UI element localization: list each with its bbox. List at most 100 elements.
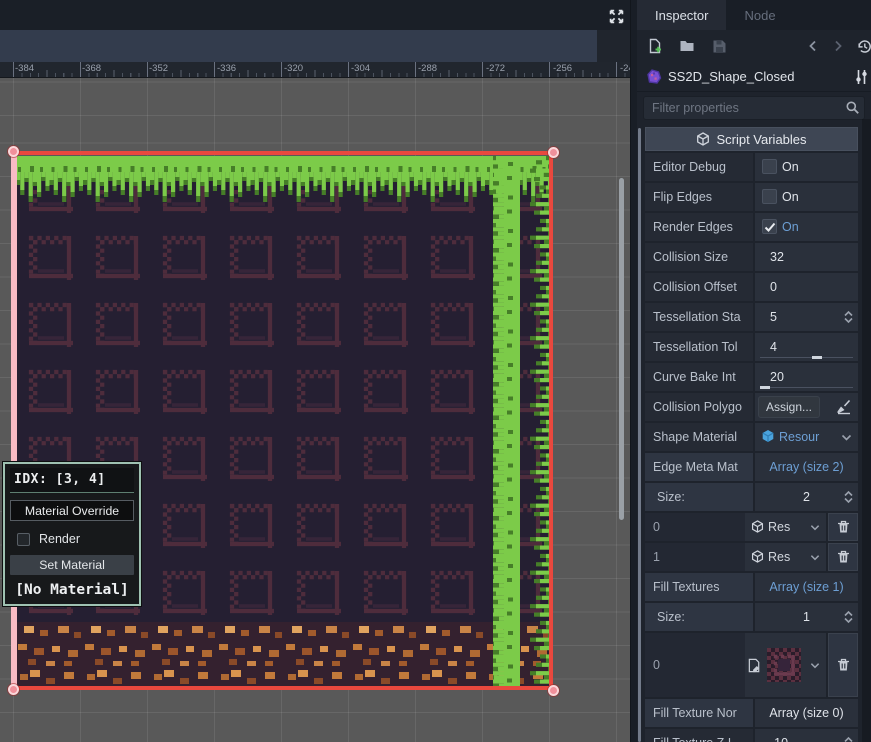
resource-cube-icon (761, 429, 775, 443)
shape-edge-left-selected[interactable] (11, 151, 17, 690)
edge-meta-size-field[interactable]: 2 (755, 483, 858, 511)
edge-meta-array-button[interactable]: Array (size 2) (755, 453, 858, 481)
filter-properties-input[interactable] (643, 96, 865, 120)
edge-meta-item-1: 1 Res (645, 543, 858, 571)
checkbox-text: On (782, 160, 799, 174)
prop-label: Fill Texture Nor (645, 699, 753, 727)
shape-edge-bottom[interactable] (13, 686, 553, 690)
collision-offset-field[interactable]: 0 (755, 273, 858, 301)
ruler-label: -336 (217, 63, 236, 74)
editor-debug-checkbox[interactable] (762, 159, 777, 174)
fill-texture-z-index-field[interactable]: -10 (755, 729, 858, 742)
edited-object-row: SS2D_Shape_Closed (637, 62, 871, 92)
viewport-2d[interactable]: -384 -368 -352 -336 -320 -304 -288 -272 … (0, 0, 630, 742)
tessellation-tolerance-field[interactable]: 4 (755, 333, 858, 361)
render-row: Render (10, 532, 134, 546)
save-resource-icon[interactable] (710, 37, 728, 55)
prop-label: Editor Debug (645, 153, 753, 181)
field-value: 5 (755, 310, 777, 324)
history-back-icon[interactable] (804, 37, 822, 55)
shape-node-icon (645, 68, 662, 85)
tab-node[interactable]: Node (726, 0, 793, 30)
inspector-dock: Inspector Node (637, 0, 871, 742)
field-value: 0 (755, 280, 777, 294)
spinner-updown-icon[interactable] (843, 483, 854, 511)
shape-handle-bottom-left[interactable] (8, 684, 19, 695)
slider-track (760, 387, 853, 388)
prop-editor-debug: Editor Debug On (645, 153, 858, 181)
ruler-label: -272 (486, 63, 505, 74)
material-override-button[interactable]: Material Override (10, 500, 134, 521)
resource-picker[interactable]: Res (745, 543, 826, 571)
slider-grabber[interactable] (760, 386, 770, 389)
viewport-vertical-scrollbar[interactable] (619, 178, 624, 520)
curve-bake-interval-field[interactable]: 20 (755, 363, 858, 391)
prop-label: Collision Polygo (645, 393, 753, 421)
chevron-down-icon[interactable] (810, 633, 820, 697)
assign-button[interactable]: Assign... (758, 396, 820, 418)
fill-normals-array-button[interactable]: Array (size 0) (755, 699, 858, 727)
array-size-label: Array (size 0) (769, 706, 843, 720)
inspector-scrollbar[interactable] (638, 128, 641, 742)
delete-item-button[interactable] (828, 633, 858, 697)
object-history-icon[interactable] (855, 37, 871, 55)
godot-editor-window: -384 -368 -352 -336 -320 -304 -288 -272 … (0, 0, 871, 742)
slider-grabber[interactable] (812, 356, 822, 359)
load-resource-folder-icon[interactable] (678, 37, 696, 55)
trash-icon (837, 520, 850, 534)
shape-handle-top-right[interactable] (548, 147, 559, 158)
object-options-icon[interactable] (854, 69, 869, 85)
delete-item-button[interactable] (828, 543, 858, 571)
array-index-label: 1 (645, 543, 745, 571)
spinner-updown-icon[interactable] (843, 603, 854, 631)
field-value: 32 (755, 250, 784, 264)
fill-textures-size-field[interactable]: 1 (755, 603, 858, 631)
array-index-label: 0 (645, 633, 745, 697)
shape-handle-bottom-right[interactable] (548, 685, 559, 696)
texture-picker[interactable] (745, 633, 826, 697)
checkbox-text: On (782, 220, 799, 234)
edge-material-popup: IDX: [3, 4] Material Override Render Set… (3, 462, 141, 606)
set-material-button[interactable]: Set Material (10, 555, 134, 575)
expand-viewport-icon[interactable] (604, 4, 628, 28)
ruler-label: -240 (620, 63, 630, 74)
prop-label: Collision Offset (645, 273, 753, 301)
render-edges-checkbox[interactable] (762, 219, 777, 234)
array-size-label: Array (size 2) (769, 460, 843, 474)
shape-handle-top-left[interactable] (8, 146, 19, 157)
clear-broom-icon[interactable] (836, 393, 852, 421)
prop-curve-bake-interval: Curve Bake Int 20 (645, 363, 858, 391)
category-script-variables[interactable]: Script Variables (645, 127, 858, 151)
array-size-label: Array (size 1) (769, 580, 843, 594)
collision-size-field[interactable]: 32 (755, 243, 858, 271)
shape-edge-top[interactable] (13, 151, 553, 155)
dock-separator[interactable] (630, 0, 637, 742)
tessellation-stages-field[interactable]: 5 (755, 303, 858, 331)
fill-texture-item-0: 0 (645, 633, 858, 697)
shape-fill-art (16, 156, 549, 686)
prop-label: Shape Material (645, 423, 753, 451)
flip-edges-checkbox[interactable] (762, 189, 777, 204)
prop-fill-texture-z-index: Fill Texture Z I -10 (645, 729, 858, 742)
fill-texture-preview (767, 648, 801, 682)
spinner-updown-icon[interactable] (843, 303, 854, 331)
spinner-updown-icon[interactable] (843, 729, 854, 742)
resource-name: Res (768, 520, 790, 534)
render-checkbox[interactable] (17, 533, 30, 546)
chevron-down-icon[interactable] (810, 513, 820, 541)
new-resource-icon[interactable] (646, 37, 664, 55)
chevron-down-icon[interactable] (810, 543, 820, 571)
resource-picker[interactable]: Res (745, 513, 826, 541)
prop-tessellation-stages: Tessellation Sta 5 (645, 303, 858, 331)
history-forward-icon[interactable] (829, 37, 847, 55)
delete-item-button[interactable] (828, 513, 858, 541)
shape-material-resource[interactable]: Resour (755, 423, 858, 451)
array-index-label: 0 (645, 513, 745, 541)
edit-texture-icon[interactable] (747, 658, 762, 673)
tab-inspector[interactable]: Inspector (637, 0, 726, 30)
fill-textures-array-button[interactable]: Array (size 1) (755, 573, 858, 601)
chevron-down-icon[interactable] (841, 423, 852, 451)
ruler-label: -368 (82, 63, 101, 74)
canvas-2d[interactable]: IDX: [3, 4] Material Override Render Set… (0, 78, 630, 742)
shape-edge-right[interactable] (549, 152, 553, 690)
